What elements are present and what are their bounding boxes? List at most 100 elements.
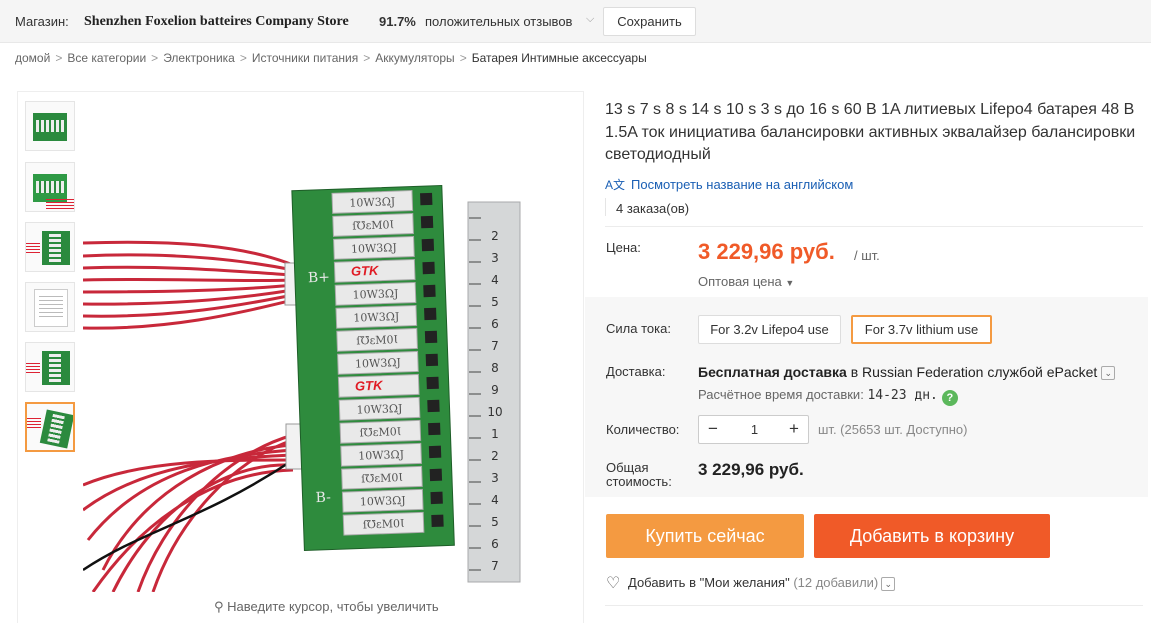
save-store-button[interactable]: Сохранить xyxy=(603,7,696,36)
ruler-digit: 5 xyxy=(491,515,499,529)
breadcrumb-home[interactable]: домой xyxy=(15,51,50,65)
brand-logo: GTK xyxy=(355,378,385,394)
ruler-digit: 3 xyxy=(491,471,499,485)
feedback-percent: 91.7% xyxy=(379,14,416,29)
breadcrumb-separator: > xyxy=(239,51,247,65)
magnifier-icon: ⚲ xyxy=(214,599,224,614)
decrease-button[interactable]: − xyxy=(699,416,727,443)
thumbnail-6-selected[interactable] xyxy=(25,402,75,452)
buy-now-button[interactable]: Купить сейчас xyxy=(606,514,804,558)
divider xyxy=(605,605,1143,606)
ruler-digit: 3 xyxy=(491,251,499,265)
wishlist-dropdown-icon[interactable]: ⌄ xyxy=(881,577,896,591)
product-title: 13 s 7 s 8 s 14 s 10 s 3 s до 16 s 60 В … xyxy=(605,101,1136,163)
ruler-digit: 2 xyxy=(491,449,499,463)
breadcrumb-separator: > xyxy=(151,51,159,65)
free-shipping-text: Бесплатная доставка xyxy=(698,364,847,380)
increase-button[interactable]: + xyxy=(780,416,808,443)
resistor-label: 10W3ΩJ xyxy=(355,356,401,371)
wire-bundle-top xyxy=(83,240,294,330)
sku-option-3-2v[interactable]: For 3.2v Lifepo4 use xyxy=(698,315,841,344)
delivery-estimate: Расчётное время доставки: 14-23 дн.? xyxy=(698,387,958,406)
breadcrumb-batteries[interactable]: Аккумуляторы xyxy=(375,51,454,65)
ruler-digit: 4 xyxy=(491,273,499,287)
quantity-label: Количество: xyxy=(606,422,680,437)
store-bar: Магазин: Shenzhen Foxelion batteires Com… xyxy=(0,0,1151,43)
total-label-line1: Общая xyxy=(606,460,649,475)
store-label: Магазин: xyxy=(15,14,69,29)
wishlist-add[interactable]: ♡ Добавить в "Мои желания" (12 добавили) ⌄ xyxy=(606,573,896,593)
wholesale-label[interactable]: Оптовая цена xyxy=(698,274,782,289)
price-label: Цена: xyxy=(606,240,641,255)
ruler-digit: 6 xyxy=(491,537,499,551)
resistor-label: 10W3ΩJ xyxy=(358,448,404,463)
wire-bundle-bottom xyxy=(83,433,294,592)
pcb-board: 10W3ΩJ ſ℧εM0Ɩ 10W3ΩJ 10W3ΩJ 10W3ΩJ ſ℧εM0… xyxy=(291,184,455,552)
ruler-digit: 1 xyxy=(491,427,499,441)
breadcrumb-current: Батарея Интимные аксессуары xyxy=(471,51,647,65)
main-product-image[interactable]: 10W3ΩJ ſ℧εM0Ɩ 10W3ΩJ 10W3ΩJ 10W3ΩJ ſ℧εM0… xyxy=(83,100,563,592)
wishlist-count: (12 добавили) xyxy=(793,575,879,590)
breadcrumb-electronics[interactable]: Электроника xyxy=(163,51,235,65)
heart-plus-icon[interactable]: ♡ xyxy=(606,573,628,593)
total-value: 3 229,96 руб. xyxy=(698,460,804,479)
translate-label[interactable]: Посмотреть название на английском xyxy=(631,177,853,192)
price-unit: / шт. xyxy=(854,248,880,263)
ruler-digit: 9 xyxy=(491,383,499,397)
divider xyxy=(605,226,1143,227)
quantity-input[interactable]: 1 xyxy=(727,416,782,443)
sku-option-3-7v-selected[interactable]: For 3.7v lithium use xyxy=(851,315,992,344)
help-icon[interactable]: ? xyxy=(941,390,958,406)
resistor-label: ſ℧εM0Ɩ xyxy=(363,517,405,531)
resistor-label: 10W3ΩJ xyxy=(351,241,397,256)
store-name-link[interactable]: Shenzhen Foxelion batteires Company Stor… xyxy=(84,14,349,30)
available-count: шт. (25653 шт. Доступно) xyxy=(818,422,968,437)
terminal-plus-label: B+ xyxy=(308,269,331,286)
breadcrumb: домой > Все категории > Электроника > Источник… xyxy=(15,51,647,65)
zoom-hint: ⚲ Наведите курсор, чтобы увеличить xyxy=(214,599,439,615)
caret-down-icon: ▼ xyxy=(785,278,795,288)
breadcrumb-separator: > xyxy=(459,51,467,65)
thumbnail-1[interactable] xyxy=(25,101,75,151)
ruler-digit: 5 xyxy=(491,295,499,309)
resistor-label: 10W3ΩJ xyxy=(360,494,406,509)
zoom-hint-text: Наведите курсор, чтобы увеличить xyxy=(227,599,439,614)
breadcrumb-separator: > xyxy=(55,51,63,65)
chevron-down-icon[interactable]: ⌵ xyxy=(586,13,594,26)
resistor-label: ſ℧εM0Ɩ xyxy=(356,333,398,347)
ruler-digit: 2 xyxy=(491,229,499,243)
eta-days: 14-23 дн. xyxy=(867,388,938,403)
ruler-digit: 8 xyxy=(491,361,499,375)
thumbnail-2[interactable] xyxy=(25,162,75,212)
wishlist-label[interactable]: Добавить в "Мои желания" xyxy=(628,575,790,590)
price-value: 3 229,96 руб. xyxy=(698,239,835,264)
ruler-digit: 7 xyxy=(491,559,499,573)
total-label: Общая стоимость: xyxy=(606,461,686,489)
shipping-method[interactable]: Бесплатная доставка в Russian Federation… xyxy=(698,364,1116,380)
breadcrumb-all-categories[interactable]: Все категории xyxy=(67,51,146,65)
thumbnail-4[interactable] xyxy=(25,282,75,332)
feedback-text[interactable]: положительных отзывов xyxy=(425,14,572,29)
ruler-digit: 10 xyxy=(487,405,502,419)
resistor-label: 10W3ΩJ xyxy=(356,402,402,417)
black-wire xyxy=(83,458,294,572)
breadcrumb-power-sources[interactable]: Источники питания xyxy=(252,51,358,65)
breadcrumb-separator: > xyxy=(363,51,371,65)
add-to-cart-button[interactable]: Добавить в корзину xyxy=(814,514,1050,558)
ruler: 2 3 4 5 6 7 8 9 10 1 2 3 4 5 6 7 xyxy=(467,201,521,583)
terminal-minus-label: B- xyxy=(315,490,331,507)
wholesale-price-toggle[interactable]: Оптовая цена ▼ xyxy=(698,274,794,289)
eta-label: Расчётное время доставки: xyxy=(698,387,864,402)
resistor-label: 10W3ΩJ xyxy=(352,287,398,302)
thumbnail-5[interactable] xyxy=(25,342,75,392)
resistor-label: 10W3ΩJ xyxy=(349,195,395,210)
resistor-label: ſ℧εM0Ɩ xyxy=(361,471,403,485)
translate-icon: A文 xyxy=(605,178,626,192)
resistor-label: 10W3ΩJ xyxy=(353,310,399,325)
shipping-dropdown-icon[interactable]: ⌄ xyxy=(1101,366,1116,380)
resistor-label: ſ℧εM0Ɩ xyxy=(352,218,394,232)
translate-title-link[interactable]: A文 Посмотреть название на английском xyxy=(605,176,853,193)
thumbnail-3[interactable] xyxy=(25,222,75,272)
shipping-destination: в Russian Federation службой ePacket xyxy=(850,364,1098,380)
current-option-label: Сила тока: xyxy=(606,321,671,336)
